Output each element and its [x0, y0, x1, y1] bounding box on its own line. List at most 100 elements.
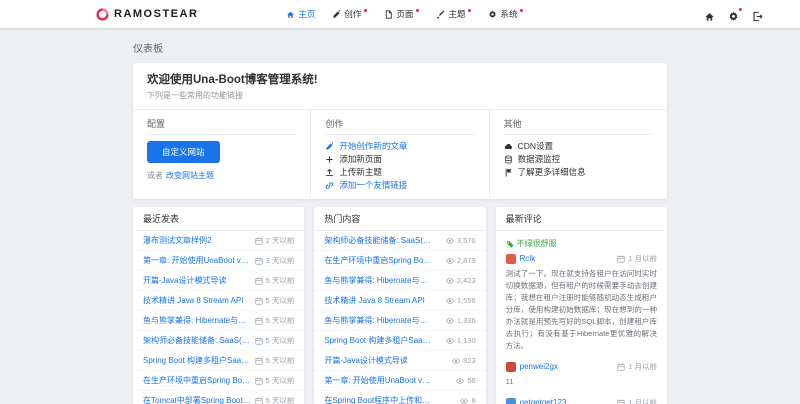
upload-theme-link[interactable]: 上传新主题	[325, 167, 474, 177]
avatar	[505, 253, 516, 264]
brand-logo[interactable]: RAMOSTEAR	[95, 7, 198, 22]
welcome-section: 欢迎使用Una-Boot博客管理系统! 下列是一些常用的功能链接	[133, 63, 667, 109]
upload-icon	[326, 168, 334, 176]
popular-title-link[interactable]: 第一章: 开始使用UnaBoot v1.0.0	[324, 375, 432, 386]
popular-title-link[interactable]: 开篇-Java设计模式导读	[324, 355, 408, 366]
cdn-settings-link[interactable]: CDN设置	[504, 141, 653, 151]
post-time-label: 5 天以前	[265, 336, 295, 345]
post-time: 5 天以前	[254, 395, 294, 404]
database-icon	[504, 154, 512, 164]
post-title-link[interactable]: 第一章: 开始使用UnaBoot v1.0.0	[143, 255, 251, 266]
change-theme-link[interactable]: 改变网站主题	[166, 171, 214, 180]
post-list-item: 瀑布测试文章样例2 2 天以前	[133, 231, 305, 251]
nav-item-pages[interactable]: 页面	[384, 8, 420, 20]
eye-icon	[446, 317, 454, 324]
calendar-icon	[254, 377, 263, 385]
link-label: CDN设置	[517, 141, 554, 151]
popular-list-item: Spring Boot 构建多租户SaaS平台核心 1,130	[314, 331, 486, 351]
post-title-link[interactable]: 架构师必备技能储备: SaaS(软件即服务)	[143, 335, 251, 346]
popular-title-link[interactable]: 架构师必备技能储备: SaaS(软件即服务)	[324, 235, 432, 246]
brush-icon	[437, 10, 445, 18]
other-column: 其他 CDN设置 数据源监控 了解更多详细信息	[488, 110, 667, 199]
or-text: 或者	[147, 171, 163, 180]
link-label: 开始创作新的文章	[339, 141, 408, 151]
link-label: 了解更多详细信息	[517, 167, 586, 177]
comment-username[interactable]: penwei2gx	[520, 362, 614, 371]
post-time: 5 天以前	[254, 375, 295, 386]
brand-name: RAMOSTEAR	[114, 8, 199, 20]
customize-site-button[interactable]: 自定义网站	[147, 141, 220, 163]
comment-time: 1 月以前	[617, 397, 657, 404]
calendar-icon	[254, 317, 263, 325]
other-heading: 其他	[503, 115, 653, 135]
nav-item-themes[interactable]: 主题	[436, 8, 472, 20]
popular-title-link[interactable]: 在生产环境中重启Spring Boot应用	[324, 255, 432, 266]
quick-links-columns: 配置 自定义网站 或者 改变网站主题 创作 开始创作新的文章 添加新页面 上传新…	[133, 110, 667, 199]
add-page-link[interactable]: 添加新页面	[325, 154, 474, 164]
popular-list-item: 第一章: 开始使用UnaBoot v1.0.0 58	[314, 371, 486, 391]
avatar	[505, 361, 516, 372]
recent-posts-heading: 最近发表	[133, 207, 305, 231]
popular-title-link[interactable]: Spring Boot 构建多租户SaaS平台核心	[324, 335, 432, 346]
view-count-label: 3,570	[456, 236, 476, 245]
popular-title-link[interactable]: 鱼与熊掌兼得: Hibernate与Mybatis共存	[324, 275, 432, 286]
nav-item-home[interactable]: 主页	[286, 8, 315, 20]
popular-list-item: 技术精讲 Java 8 Stream API 1,556	[314, 291, 486, 311]
comment-username[interactable]: Rcik	[520, 254, 614, 263]
popular-list-item: 架构师必备技能储备: SaaS(软件即服务) 3,570	[314, 231, 486, 251]
view-count-label: 1,556	[456, 296, 476, 305]
top-navbar: RAMOSTEAR 主页 创作 页面 主题 系统	[0, 0, 800, 28]
popular-title-link[interactable]: 在Spring Boot程序中上传和下载文件	[324, 395, 432, 404]
view-count: 8	[460, 396, 476, 404]
logout-icon	[753, 11, 763, 21]
nav-label: 系统	[500, 9, 518, 19]
learn-more-link[interactable]: 了解更多详细信息	[504, 167, 653, 177]
or-line: 或者 改变网站主题	[147, 170, 296, 181]
gear-icon	[729, 11, 738, 21]
notification-dot	[468, 9, 472, 12]
post-title-link[interactable]: 开篇-Java设计模式导读	[143, 275, 227, 286]
post-time-label: 5 天以前	[265, 376, 295, 385]
post-title-link[interactable]: 技术精讲 Java 8 Stream API	[143, 295, 243, 306]
logout-button[interactable]	[752, 9, 763, 21]
view-count-label: 58	[467, 376, 476, 385]
eye-icon	[446, 277, 454, 284]
view-count: 58	[456, 376, 476, 385]
plus-icon	[326, 155, 333, 163]
site-home-button[interactable]	[704, 9, 715, 21]
add-friend-link[interactable]: 添加一个友情链接	[325, 180, 474, 190]
view-count: 3,570	[446, 236, 476, 245]
post-title-link[interactable]: 在Tomcat中部署Spring Boot程序	[143, 395, 251, 404]
new-post-link[interactable]: 开始创作新的文章	[325, 141, 474, 151]
welcome-subtitle: 下列是一些常用的功能链接	[147, 91, 243, 100]
datasource-monitor-link[interactable]: 数据源监控	[504, 154, 653, 164]
comment-tag-label: 不绿很舒服	[516, 239, 557, 248]
post-list-item: 第一章: 开始使用UnaBoot v1.0.0 3 天以前	[133, 251, 305, 271]
post-time-label: 2 天以前	[265, 236, 295, 245]
comment-article-tag[interactable]: 不绿很舒服	[506, 238, 657, 249]
nav-item-system[interactable]: 系统	[488, 8, 524, 20]
recent-posts-card: 最近发表 瀑布测试文章样例2 2 天以前 第一章: 开始使用UnaBoot v1…	[133, 207, 305, 404]
calendar-icon	[617, 255, 625, 263]
calendar-icon	[254, 337, 263, 345]
calendar-icon	[617, 399, 625, 404]
post-title-link[interactable]: 瀑布测试文章样例2	[143, 235, 211, 246]
view-count: 1,336	[446, 316, 476, 325]
post-title-link[interactable]: Spring Boot 构建多租户SaaS平台核心	[143, 355, 251, 366]
comment-username[interactable]: getgetget123	[520, 398, 614, 404]
comment-item: penwei2gx 1 月以前 11	[505, 361, 657, 388]
view-count-label: 2,423	[456, 276, 476, 285]
calendar-icon	[254, 297, 263, 305]
popular-title-link[interactable]: 技术精讲 Java 8 Stream API	[324, 295, 424, 306]
recent-posts-list: 瀑布测试文章样例2 2 天以前 第一章: 开始使用UnaBoot v1.0.0 …	[133, 231, 305, 404]
popular-title-link[interactable]: 鱼与熊掌兼得: Hibernate与Mybatis实践	[324, 315, 432, 326]
nav-item-create[interactable]: 创作	[332, 8, 368, 20]
post-title-link[interactable]: 鱼与熊掌兼得: Hibernate与Mybatis共存	[143, 315, 251, 326]
post-title-link[interactable]: 在生产环境中重启Spring Boot应用	[143, 375, 251, 386]
view-count-label: 823	[463, 356, 476, 365]
comment-time: 1 月以前	[617, 361, 657, 372]
create-heading: 创作	[325, 115, 475, 135]
dashboard-cards-row: 最近发表 瀑布测试文章样例2 2 天以前 第一章: 开始使用UnaBoot v1…	[133, 207, 667, 404]
view-count: 2,423	[446, 276, 476, 285]
settings-button[interactable]	[728, 7, 742, 21]
